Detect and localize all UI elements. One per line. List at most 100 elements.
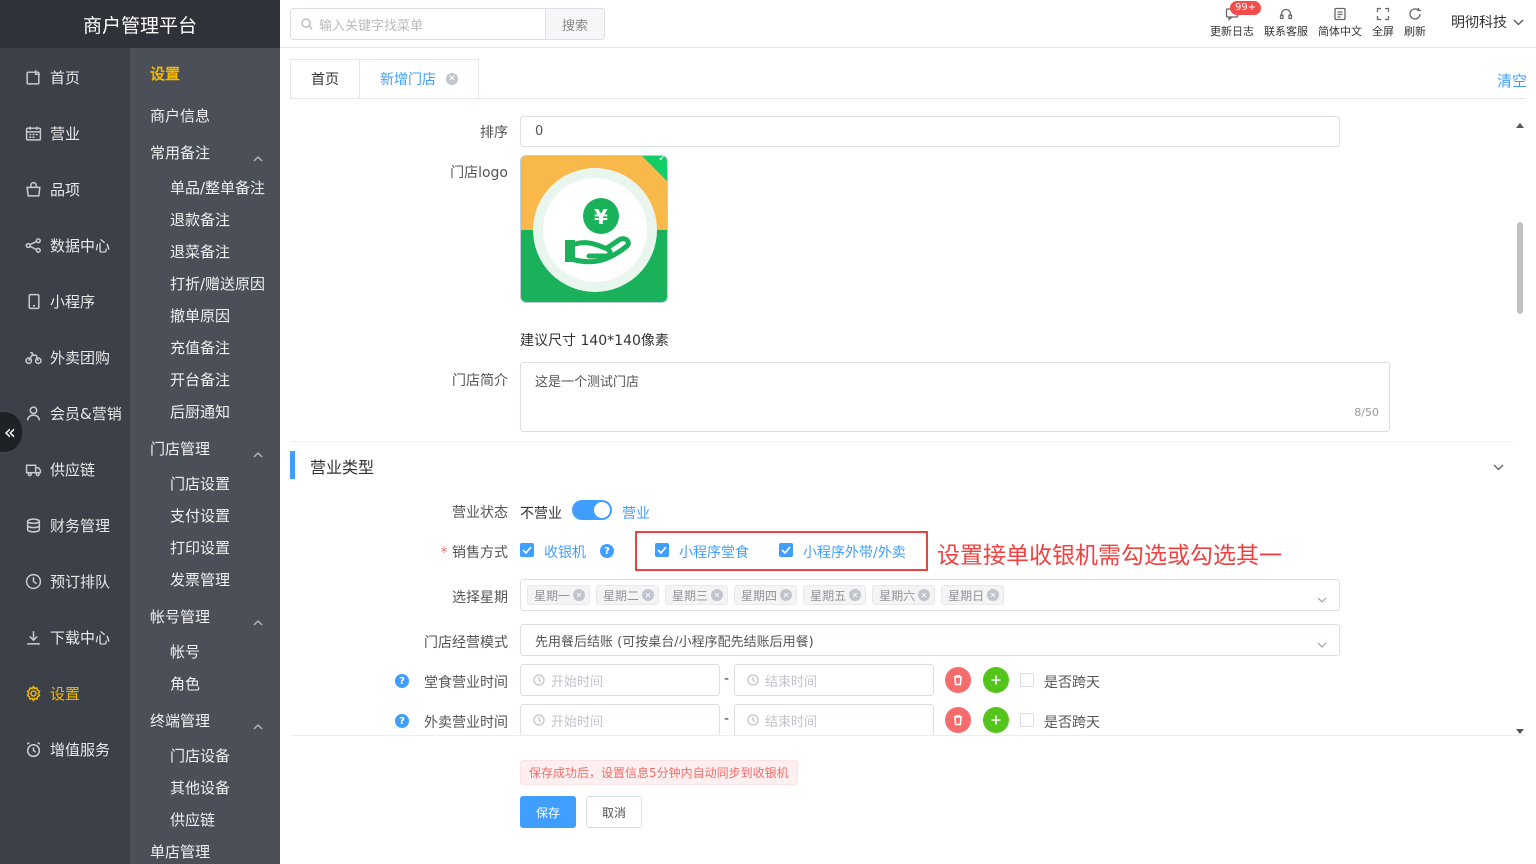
add-time-button[interactable] — [983, 667, 1009, 693]
menu-recharge-notes[interactable]: 充值备注 — [170, 337, 275, 358]
remove-tag-icon[interactable]: ✕ — [642, 589, 655, 601]
weekday-select[interactable]: 星期一 ✕ 星期二 ✕ 星期三 ✕ 星期四 ✕ 星期五 ✕ 星期六 ✕ 星期日 ✕ — [520, 579, 1340, 611]
menu-supply-chain[interactable]: 供应链 — [170, 809, 275, 830]
mode-value: 先用餐后结账 (可按桌台/小程序配先结账后用餐) — [535, 634, 814, 650]
tab-new-store[interactable]: 新增门店 ✕ — [360, 59, 479, 99]
menu-label: 门店设置 — [170, 475, 231, 493]
menu-store-settings[interactable]: 门店设置 — [170, 473, 275, 494]
user-menu[interactable]: 明彻科技 — [1451, 12, 1524, 32]
nav-download[interactable]: 下载中心 — [0, 617, 130, 657]
menu-label: 单店管理 — [150, 843, 211, 861]
remove-tag-icon[interactable]: ✕ — [573, 589, 586, 601]
dine-start-time-input[interactable]: 开始时间 — [520, 664, 720, 696]
tag-label: 星期六 — [879, 588, 916, 603]
cross-day-checkbox[interactable] — [1020, 713, 1034, 727]
menu-single-store-management[interactable]: 单店管理 — [150, 841, 275, 862]
menu-cancel-reasons[interactable]: 撤单原因 — [170, 305, 275, 326]
menu-other-devices[interactable]: 其他设备 — [170, 777, 275, 798]
cancel-button[interactable]: 取消 — [586, 796, 642, 828]
remove-tag-icon[interactable]: ✕ — [987, 589, 1000, 601]
customer-service-button[interactable]: 联系客服 — [1264, 7, 1308, 39]
takeout-start-time-input[interactable]: 开始时间 — [520, 704, 720, 736]
mini-takeout-option-label[interactable]: 小程序外带/外卖 — [803, 542, 906, 562]
nav-delivery[interactable]: 外卖团购 — [0, 337, 130, 377]
remove-tag-icon[interactable]: ✕ — [918, 589, 931, 601]
download-icon — [24, 628, 42, 646]
language-button[interactable]: 简体中文 — [1318, 7, 1362, 39]
content-scrollbar[interactable] — [1514, 108, 1526, 736]
scroll-thumb[interactable] — [1517, 222, 1523, 314]
sort-input[interactable]: 0 — [520, 116, 1340, 147]
section-collapse-toggle[interactable] — [1493, 459, 1504, 475]
remove-tag-icon[interactable]: ✕ — [711, 589, 724, 601]
scroll-up-arrow[interactable] — [1516, 116, 1524, 128]
fullscreen-button[interactable]: 全屏 — [1372, 7, 1394, 39]
menu-kitchen-notice[interactable]: 后厨通知 — [170, 401, 275, 422]
gear-icon — [24, 684, 42, 702]
help-icon[interactable]: ? — [395, 714, 409, 728]
nav-home[interactable]: 首页 — [0, 57, 130, 97]
menu-item-notes[interactable]: 单品/整单备注 — [170, 177, 275, 198]
notification-badge: 99+ — [1230, 1, 1262, 15]
search-button[interactable]: 搜索 — [546, 8, 605, 40]
menu-accounts[interactable]: 帐号 — [170, 641, 275, 662]
mode-select[interactable]: 先用餐后结账 (可按桌台/小程序配先结账后用餐) — [520, 624, 1340, 656]
nav-business[interactable]: 营业 — [0, 113, 130, 153]
intro-textarea[interactable]: 这是一个测试门店 8/50 — [520, 362, 1390, 432]
close-icon[interactable]: ✕ — [446, 73, 458, 85]
menu-store-devices[interactable]: 门店设备 — [170, 745, 275, 766]
business-status-toggle[interactable] — [572, 500, 612, 520]
cross-day-checkbox[interactable] — [1020, 673, 1034, 687]
nav-reservation[interactable]: 预订排队 — [0, 561, 130, 601]
menu-group-store-management[interactable]: 门店管理 — [150, 438, 275, 459]
menu-return-dish-notes[interactable]: 退菜备注 — [170, 241, 275, 262]
nav-products[interactable]: 品项 — [0, 169, 130, 209]
delete-time-button[interactable] — [945, 667, 971, 693]
nav-value-added[interactable]: 增值服务 — [0, 729, 130, 769]
menu-group-account-management[interactable]: 帐号管理 — [150, 606, 275, 627]
remove-tag-icon[interactable]: ✕ — [780, 589, 793, 601]
nav-supply-chain[interactable]: 供应链 — [0, 449, 130, 489]
menu-refund-notes[interactable]: 退款备注 — [170, 209, 275, 230]
clear-tabs-link[interactable]: 清空 — [1497, 70, 1527, 91]
menu-print-settings[interactable]: 打印设置 — [170, 537, 275, 558]
remove-tag-icon[interactable]: ✕ — [849, 589, 862, 601]
fullscreen-icon — [1376, 7, 1390, 21]
mini-dine-in-option-label[interactable]: 小程序堂食 — [679, 542, 749, 562]
menu-invoice-management[interactable]: 发票管理 — [170, 569, 275, 590]
nav-mini-program[interactable]: 小程序 — [0, 281, 130, 321]
checkbox-cashier[interactable] — [520, 543, 534, 557]
add-time-button[interactable] — [983, 707, 1009, 733]
help-icon[interactable]: ? — [395, 674, 409, 688]
save-button[interactable]: 保存 — [520, 796, 576, 828]
logo-upload[interactable]: ¥ ✓ — [520, 155, 668, 303]
help-icon[interactable]: ? — [600, 544, 614, 558]
refresh-button[interactable]: 刷新 — [1404, 7, 1426, 39]
nav-settings[interactable]: 设置 — [0, 673, 130, 713]
time-placeholder: 结束时间 — [765, 674, 818, 690]
intro-char-count: 8/50 — [1354, 406, 1379, 419]
menu-table-notes[interactable]: 开台备注 — [170, 369, 275, 390]
delete-time-button[interactable] — [945, 707, 971, 733]
takeout-end-time-input[interactable]: 结束时间 — [734, 704, 934, 736]
menu-group-common-notes[interactable]: 常用备注 — [150, 142, 275, 163]
checkbox-mini-dine-in[interactable] — [655, 543, 669, 557]
dine-end-time-input[interactable]: 结束时间 — [734, 664, 934, 696]
nav-data-center[interactable]: 数据中心 — [0, 225, 130, 265]
menu-merchant-info[interactable]: 商户信息 — [150, 105, 275, 126]
checkbox-mini-takeout[interactable] — [779, 543, 793, 557]
menu-payment-settings[interactable]: 支付设置 — [170, 505, 275, 526]
menu-group-terminal-management[interactable]: 终端管理 — [150, 710, 275, 731]
menu-roles[interactable]: 角色 — [170, 673, 275, 694]
scroll-down-arrow[interactable] — [1516, 722, 1524, 734]
primary-sidebar: 首页 营业 品项 数据中心 小程序 外卖团购 会员&营销 供应链 财务管理 预订… — [0, 0, 130, 864]
cashier-option-label[interactable]: 收银机 — [544, 542, 586, 562]
nav-label: 增值服务 — [50, 740, 111, 759]
cross-day-label: 是否跨天 — [1044, 675, 1100, 691]
section-title: 营业类型 — [310, 458, 375, 477]
tab-home[interactable]: 首页 — [290, 59, 360, 99]
search-input[interactable]: 输入关键字找菜单 — [290, 8, 546, 40]
nav-finance[interactable]: 财务管理 — [0, 505, 130, 545]
menu-discount-reasons[interactable]: 打折/赠送原因 — [170, 273, 275, 294]
coins-icon — [24, 516, 42, 534]
